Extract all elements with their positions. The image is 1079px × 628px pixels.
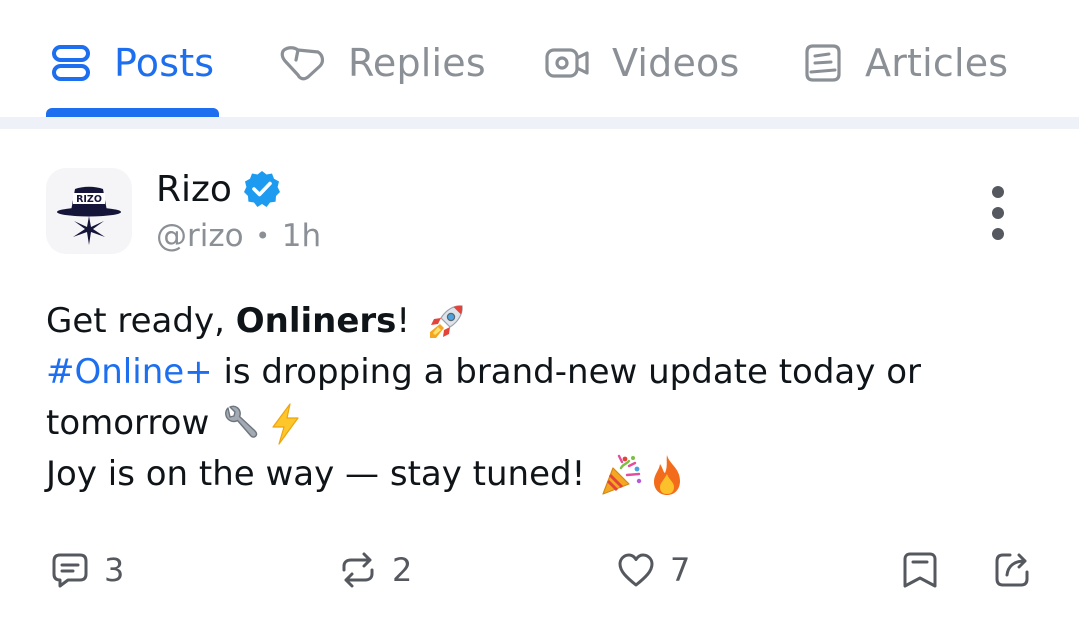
tab-videos[interactable]: Videos [544,38,739,88]
section-divider [0,117,1079,129]
tab-articles-label: Articles [865,41,1009,85]
videos-icon [545,48,589,78]
post-actions: 3 2 7 [0,545,1079,595]
tab-articles[interactable]: Articles [803,38,1008,88]
author-handle[interactable]: @rizo [156,218,244,254]
comment-button[interactable]: 3 [50,545,124,595]
post-line-1: Get ready, Onliners ! [46,296,1046,347]
post-line-3: tomorrow [46,398,1046,449]
more-dot-icon [992,186,1004,198]
tab-videos-label: Videos [612,41,740,85]
comment-count: 3 [104,551,125,589]
rocket-emoji [430,304,463,338]
tab-posts[interactable]: Posts [50,38,214,88]
articles-icon [805,44,841,82]
hashtag-link[interactable]: #Online+ [46,347,213,398]
comment-icon [52,553,88,588]
wrench-emoji [225,405,258,438]
fire-emoji [654,454,681,495]
profile-tabs: Posts Replies Videos Articles [0,0,1079,118]
post-text: Joy is on the way — stay tuned! [46,454,586,494]
post-line-4: Joy is on the way — stay tuned! [46,449,1046,500]
post-text: is dropping a brand-new update today or [212,352,921,392]
like-button[interactable]: 7 [616,545,690,595]
repost-button[interactable]: 2 [338,545,412,595]
separator-dot: • [255,222,270,250]
like-count: 7 [670,551,691,589]
party-popper-emoji [602,454,642,495]
post-line-2: #Online+ is dropping a brand-new update … [46,347,1046,398]
avatar[interactable]: RIZO [46,168,132,254]
post-text: Get ready, [46,301,236,341]
post-content: Get ready, Onliners ! #Online+ is droppi… [46,296,1046,500]
share-button[interactable] [992,545,1032,595]
tab-posts-label: Posts [114,41,215,85]
heart-icon [618,553,654,587]
post-text: ! [396,301,411,341]
post-text: tomorrow [46,403,210,443]
svg-text:RIZO: RIZO [76,194,102,205]
handle-row: @rizo • 1h [156,214,321,258]
tab-replies[interactable]: Replies [278,38,486,88]
bookmark-button[interactable] [900,545,940,595]
bookmark-icon [903,552,937,588]
author-row: Rizo [156,166,282,212]
rizo-logo: RIZO [57,186,121,245]
verified-badge-icon [243,171,280,207]
share-icon [995,553,1029,587]
repost-count: 2 [392,551,413,589]
replies-icon [280,46,325,81]
tab-replies-label: Replies [348,41,486,85]
more-dot-icon [992,228,1004,240]
more-options-button[interactable] [982,186,1014,240]
repost-icon [342,552,374,588]
posts-icon [52,45,90,81]
more-dot-icon [992,207,1004,219]
post-text-bold: Onliners [235,301,397,341]
lightning-emoji [272,402,299,445]
post-time[interactable]: 1h [282,218,321,254]
author-name[interactable]: Rizo [156,169,232,210]
